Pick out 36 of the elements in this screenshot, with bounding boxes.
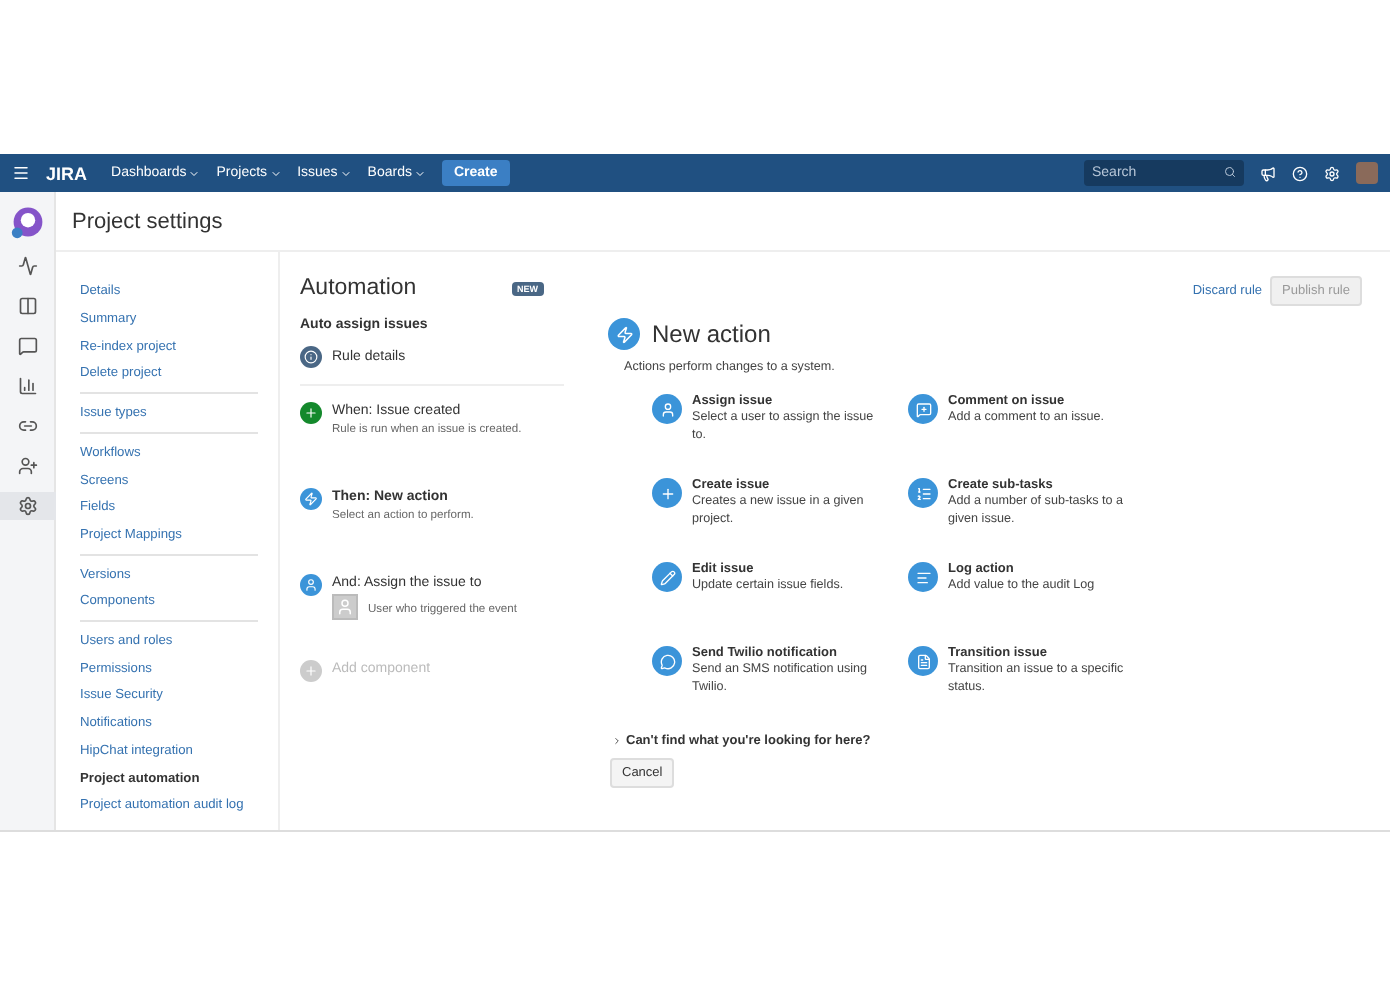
action-icon — [908, 646, 938, 677]
activity-icon[interactable] — [17, 256, 37, 276]
megaphone-icon[interactable] — [1260, 165, 1276, 181]
info-icon — [300, 346, 322, 369]
action-icon — [908, 478, 938, 509]
settings-icon[interactable] — [17, 496, 37, 516]
add-user-icon[interactable] — [17, 456, 37, 476]
caret-icon — [339, 167, 352, 179]
project-logo-icon[interactable] — [9, 204, 45, 240]
caret-icon — [269, 167, 282, 179]
section-heading: Automation — [300, 276, 417, 301]
panel-title: New action — [652, 320, 771, 349]
logo[interactable]: JIRA — [46, 163, 88, 183]
action-icon — [652, 646, 682, 677]
caret-icon — [413, 167, 426, 179]
chat-icon[interactable] — [17, 336, 37, 356]
step-icon — [300, 660, 322, 683]
step-icon — [300, 574, 322, 597]
search-icon[interactable] — [1224, 166, 1236, 178]
bar-chart-icon[interactable] — [17, 376, 37, 396]
lightning-icon — [608, 318, 640, 351]
step-icon — [300, 402, 322, 425]
help-icon[interactable] — [1292, 165, 1308, 181]
caret-icon — [188, 167, 201, 179]
action-icon — [652, 478, 682, 509]
menu-icon[interactable] — [12, 164, 30, 182]
action-icon — [652, 562, 682, 593]
page-title: Project settings — [72, 209, 223, 234]
board-icon[interactable] — [17, 296, 37, 316]
step-icon — [300, 488, 322, 511]
chevron-icon — [612, 736, 622, 747]
user-placeholder-icon — [332, 594, 358, 621]
link-icon[interactable] — [17, 416, 37, 436]
action-icon — [652, 394, 682, 425]
action-icon — [908, 562, 938, 593]
action-icon — [908, 394, 938, 425]
